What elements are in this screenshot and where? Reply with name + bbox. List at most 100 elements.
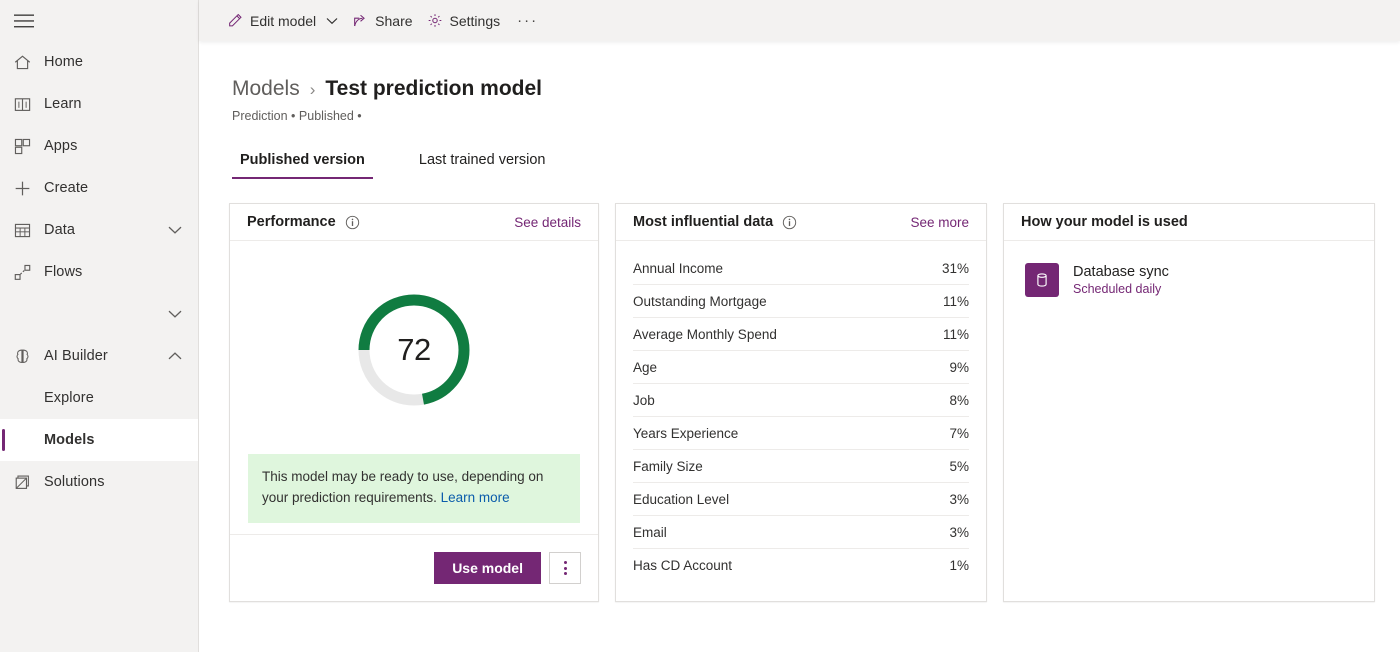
influence-name: Outstanding Mortgage xyxy=(633,294,767,309)
model-meta: Prediction • Published • xyxy=(199,109,1400,123)
sidebar-item-explore[interactable]: Explore xyxy=(0,377,198,419)
left-navigation: Home Learn Apps Create xyxy=(0,0,199,652)
influence-value: 8% xyxy=(949,393,969,408)
usage-item-title: Database sync xyxy=(1073,264,1169,280)
version-tabs: Published version Last trained version xyxy=(199,152,1400,179)
flows-icon xyxy=(0,263,44,282)
tab-published-version[interactable]: Published version xyxy=(232,152,373,179)
plus-icon xyxy=(0,179,44,198)
breadcrumb-separator-icon: › xyxy=(310,80,316,100)
learn-more-link[interactable]: Learn more xyxy=(441,490,510,505)
apps-grid-icon xyxy=(0,137,44,156)
influence-value: 7% xyxy=(949,426,969,441)
global-nav-toggle[interactable] xyxy=(0,0,48,41)
sidebar-item-ai-builder[interactable]: AI Builder xyxy=(0,335,198,377)
influence-value: 11% xyxy=(943,294,969,309)
chevron-up-icon[interactable] xyxy=(168,352,182,361)
sidebar-item-learn[interactable]: Learn xyxy=(0,83,198,125)
usage-item-subtitle: Scheduled daily xyxy=(1073,282,1169,296)
use-model-button[interactable]: Use model xyxy=(434,552,541,584)
hamburger-icon xyxy=(14,14,34,28)
table-row: Email 3% xyxy=(633,516,969,549)
chevron-down-icon[interactable] xyxy=(326,17,338,25)
sidebar-item-create[interactable]: Create xyxy=(0,167,198,209)
edit-model-button[interactable]: Edit model xyxy=(220,0,345,41)
sidebar-item-data[interactable]: Data xyxy=(0,209,198,251)
influence-name: Family Size xyxy=(633,459,703,474)
influence-name: Years Experience xyxy=(633,426,738,441)
influence-value: 5% xyxy=(949,459,969,474)
app-root: Home Learn Apps Create xyxy=(0,0,1400,652)
influential-card-header: Most influential data See more xyxy=(616,204,986,241)
brain-icon xyxy=(0,347,44,366)
sidebar-item-models[interactable]: Models xyxy=(0,419,198,461)
table-icon xyxy=(0,221,44,240)
influential-data-list: Annual Income 31% Outstanding Mortgage 1… xyxy=(616,241,986,582)
influence-name: Age xyxy=(633,360,657,375)
influence-name: Has CD Account xyxy=(633,558,732,573)
sidebar-item-label: Data xyxy=(44,222,75,238)
influence-name: Education Level xyxy=(633,492,729,507)
usage-card-header: How your model is used xyxy=(1004,204,1374,241)
overflow-menu-button[interactable]: ··· xyxy=(507,0,548,41)
share-button[interactable]: Share xyxy=(345,0,419,41)
performance-card-header: Performance See details xyxy=(230,204,598,241)
share-label: Share xyxy=(375,13,412,29)
table-row: Has CD Account 1% xyxy=(633,549,969,582)
database-icon xyxy=(1025,263,1059,297)
table-row: Job 8% xyxy=(633,384,969,417)
influence-value: 3% xyxy=(949,525,969,540)
sidebar-item-label: Flows xyxy=(44,264,82,280)
chevron-down-icon[interactable] xyxy=(168,226,182,235)
sidebar-item-label: Learn xyxy=(44,96,82,112)
table-row: Annual Income 31% xyxy=(633,252,969,285)
settings-button[interactable]: Settings xyxy=(420,0,508,41)
share-icon xyxy=(352,12,368,29)
book-icon xyxy=(0,95,44,114)
usage-list: Database sync Scheduled daily xyxy=(1004,241,1374,297)
performance-score: 72 xyxy=(358,294,470,406)
table-row: Age 9% xyxy=(633,351,969,384)
chevron-down-icon[interactable] xyxy=(168,310,182,319)
page-content: Models › Test prediction model Predictio… xyxy=(199,41,1400,179)
sidebar-item-label: Create xyxy=(44,180,88,196)
influence-value: 3% xyxy=(949,492,969,507)
sidebar-item-solutions[interactable]: Solutions xyxy=(0,461,198,503)
influential-data-card: Most influential data See more Annual In… xyxy=(615,203,987,602)
performance-card-footer: Use model xyxy=(230,534,598,601)
influence-name: Average Monthly Spend xyxy=(633,327,777,342)
list-item[interactable]: Database sync Scheduled daily xyxy=(1025,263,1374,297)
table-row: Average Monthly Spend 11% xyxy=(633,318,969,351)
sidebar-group-collapse[interactable] xyxy=(0,293,198,335)
command-bar: Edit model Share Settings xyxy=(199,0,1400,41)
edit-model-label: Edit model xyxy=(250,13,316,29)
nav-list: Home Learn Apps Create xyxy=(0,41,198,503)
influential-card-title: Most influential data xyxy=(633,214,773,230)
breadcrumb-models-link[interactable]: Models xyxy=(232,77,300,101)
settings-label: Settings xyxy=(450,13,501,29)
influence-name: Annual Income xyxy=(633,261,723,276)
breadcrumb: Models › Test prediction model xyxy=(199,41,1400,101)
info-icon[interactable] xyxy=(345,215,360,230)
sidebar-item-apps[interactable]: Apps xyxy=(0,125,198,167)
sidebar-item-label: AI Builder xyxy=(44,348,108,364)
see-more-link[interactable]: See more xyxy=(910,215,969,230)
model-usage-card: How your model is used Database sync xyxy=(1003,203,1375,602)
main-area: Edit model Share Settings xyxy=(199,0,1400,652)
sidebar-item-label: Explore xyxy=(0,390,94,406)
sidebar-item-label: Models xyxy=(0,432,95,448)
table-row: Family Size 5% xyxy=(633,450,969,483)
sidebar-item-label: Apps xyxy=(44,138,77,154)
solutions-icon xyxy=(0,473,44,492)
influence-value: 11% xyxy=(943,327,969,342)
info-icon[interactable] xyxy=(782,215,797,230)
sidebar-item-flows[interactable]: Flows xyxy=(0,251,198,293)
tab-last-trained-version[interactable]: Last trained version xyxy=(411,152,554,179)
see-details-link[interactable]: See details xyxy=(514,215,581,230)
more-actions-button[interactable] xyxy=(549,552,581,584)
cards-row: Performance See details 72 xyxy=(199,203,1375,602)
sidebar-item-label: Home xyxy=(44,54,83,70)
readiness-notice: This model may be ready to use, dependin… xyxy=(248,454,580,523)
usage-card-title: How your model is used xyxy=(1021,214,1188,230)
sidebar-item-home[interactable]: Home xyxy=(0,41,198,83)
